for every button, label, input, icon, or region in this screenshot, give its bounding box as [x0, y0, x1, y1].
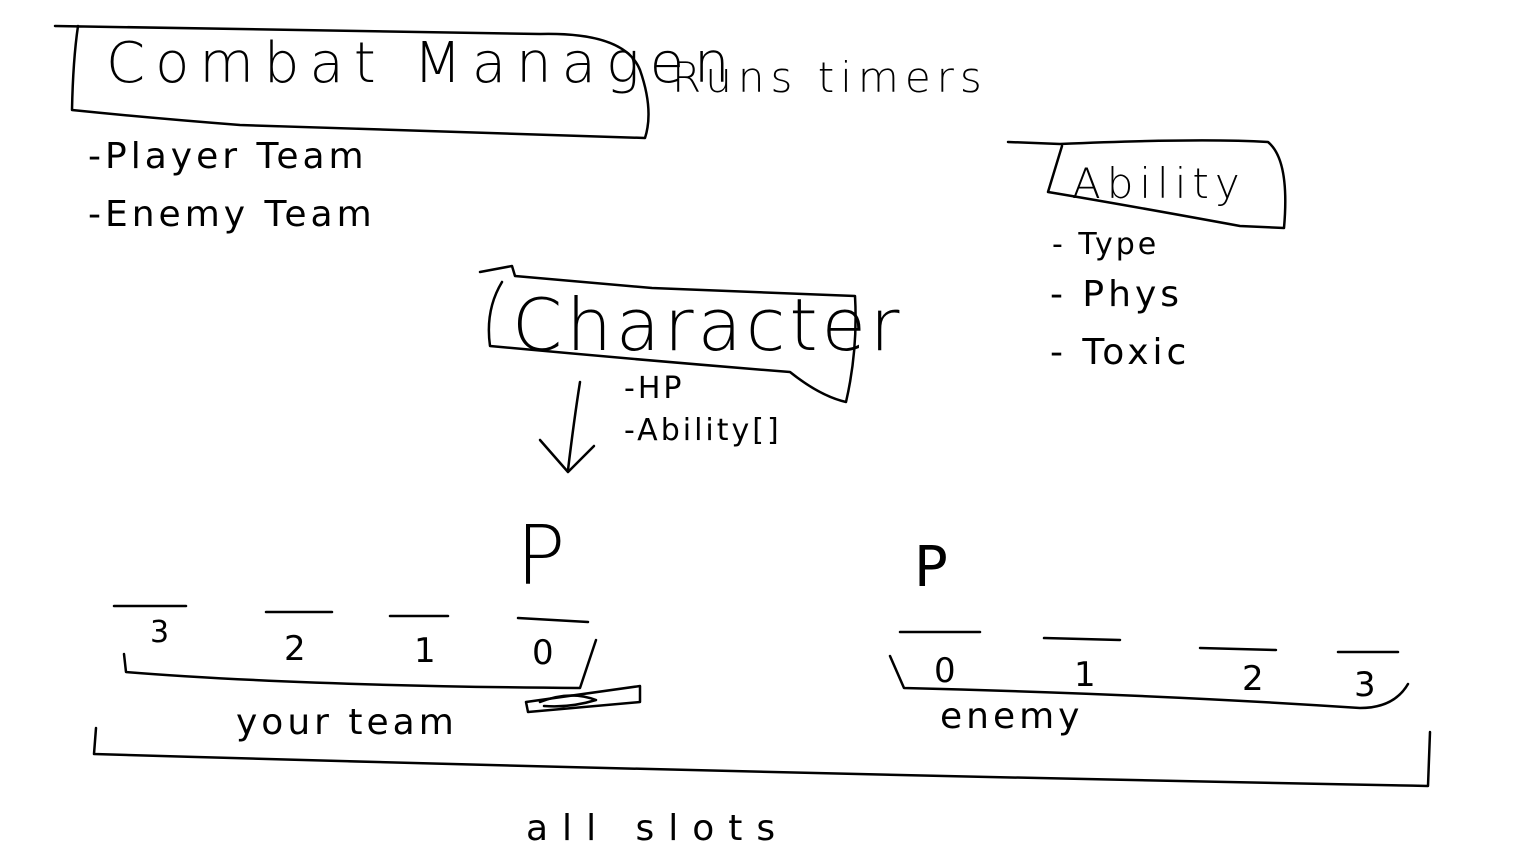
diagram-canvas: Combat Managen Runs timers -Player Team … — [53, 24, 1432, 849]
enemy-team-slot-0: 0 — [934, 651, 956, 691]
combat-manager-field-enemy-team: -Enemy Team — [88, 194, 376, 235]
character-field-hp: -HP — [624, 371, 684, 406]
enemy-team-slot-lines — [898, 630, 1400, 654]
your-team-slot-lines — [112, 604, 590, 624]
player-marker: P — [516, 509, 565, 604]
your-team-label: your team — [236, 702, 458, 743]
character-field-ability: -Ability[] — [624, 413, 782, 448]
ability-field-type: - Type — [1052, 227, 1159, 262]
enemy-team-slot-1: 1 — [1074, 655, 1096, 695]
character-title: Character — [512, 283, 903, 367]
your-team-slot-3: 3 — [150, 615, 172, 650]
enemy-team-label: enemy — [940, 696, 1084, 737]
enemy-team-slot-2: 2 — [1242, 659, 1264, 699]
down-arrow-icon — [538, 380, 596, 474]
ability-title: Ability — [1072, 159, 1246, 208]
combat-manager-note: Runs timers — [672, 53, 988, 102]
combat-manager-field-player-team: -Player Team — [88, 136, 368, 177]
your-team-bracket — [122, 638, 598, 690]
ability-field-phys: - Phys — [1050, 274, 1183, 315]
combat-manager-title: Combat Managen — [106, 31, 740, 96]
your-team-slot-1: 1 — [414, 631, 436, 671]
all-slots-label: all slots — [526, 808, 789, 849]
scribble-mark — [524, 684, 642, 714]
enemy-team-slot-3: 3 — [1354, 665, 1376, 705]
your-team-slot-2: 2 — [284, 629, 306, 669]
your-team-slot-0: 0 — [532, 633, 554, 673]
enemy-marker: P — [914, 535, 948, 600]
ability-field-toxic: - Toxic — [1050, 332, 1190, 373]
